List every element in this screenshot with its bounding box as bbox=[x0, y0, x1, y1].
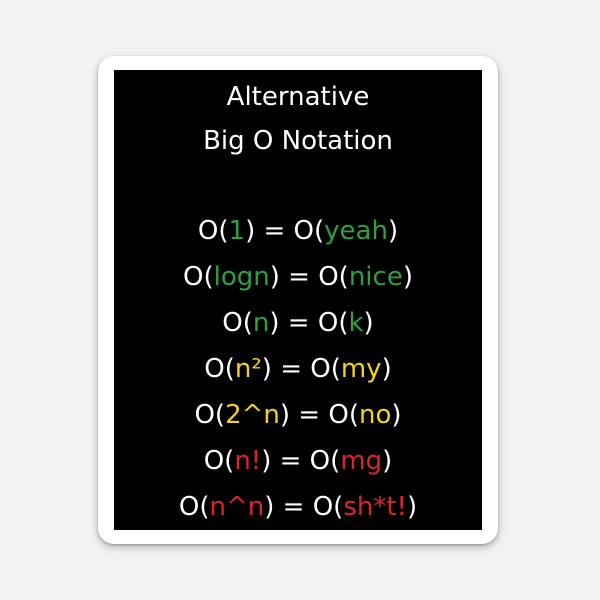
equation-suffix: ) bbox=[406, 492, 418, 522]
equation-right-term: no bbox=[358, 400, 392, 430]
title-line-1: Alternative bbox=[226, 82, 370, 112]
equation-prefix: O( bbox=[178, 492, 210, 522]
equation-right-term: my bbox=[340, 354, 382, 384]
equation-middle: ) = O( bbox=[264, 492, 344, 522]
equation-right-term: mg bbox=[340, 446, 383, 476]
equation-prefix: O( bbox=[203, 446, 235, 476]
equation-suffix: ) bbox=[382, 446, 393, 476]
equation-prefix: O( bbox=[222, 308, 253, 338]
equation-suffix: ) bbox=[402, 262, 413, 292]
equation-left-term: logn bbox=[213, 262, 270, 292]
equation-row-4: O(n²) = O(my) bbox=[114, 354, 482, 384]
equation-left-term: n^n bbox=[209, 492, 265, 522]
equation-row-3: O(n) = O(k) bbox=[114, 308, 482, 338]
equation-middle: ) = O( bbox=[261, 354, 341, 384]
equation-left-term: 1 bbox=[228, 216, 246, 246]
sticker-panel: Alternative Big O Notation O(1) = O(yeah… bbox=[114, 70, 482, 530]
equation-middle: ) = O( bbox=[261, 446, 341, 476]
equation-left-term: 2^n bbox=[225, 400, 280, 430]
title-line-2: Big O Notation bbox=[203, 126, 393, 156]
equation-prefix: O( bbox=[204, 354, 235, 384]
equation-row-5: O(2^n) = O(no) bbox=[114, 400, 482, 430]
equation-prefix: O( bbox=[183, 262, 214, 292]
equation-middle: ) = O( bbox=[245, 216, 325, 246]
equation-right-term: sh*t! bbox=[343, 492, 407, 522]
equation-suffix: ) bbox=[391, 400, 402, 430]
sticker-stage: Alternative Big O Notation O(1) = O(yeah… bbox=[0, 0, 600, 600]
equation-right-term: nice bbox=[348, 262, 403, 292]
equation-middle: ) = O( bbox=[269, 262, 349, 292]
equation-middle: ) = O( bbox=[269, 308, 349, 338]
equation-row-2: O(logn) = O(nice) bbox=[114, 262, 482, 292]
equation-left-term: n² bbox=[234, 354, 262, 384]
equation-middle: ) = O( bbox=[279, 400, 359, 430]
equation-right-term: k bbox=[348, 308, 364, 338]
equation-row-6: O(n!) = O(mg) bbox=[114, 446, 482, 476]
equation-prefix: O( bbox=[197, 216, 229, 246]
equation-suffix: ) bbox=[381, 354, 392, 384]
equation-right-term: yeah bbox=[324, 216, 388, 246]
equation-left-term: n! bbox=[234, 446, 262, 476]
sticker-card: Alternative Big O Notation O(1) = O(yeah… bbox=[98, 56, 498, 544]
equation-left-term: n bbox=[252, 308, 270, 338]
equation-row-1: O(1) = O(yeah) bbox=[114, 216, 482, 246]
equation-suffix: ) bbox=[387, 216, 399, 246]
equation-row-7: O(n^n) = O(sh*t!) bbox=[114, 492, 482, 522]
equation-prefix: O( bbox=[194, 400, 226, 430]
equation-suffix: ) bbox=[363, 308, 374, 338]
